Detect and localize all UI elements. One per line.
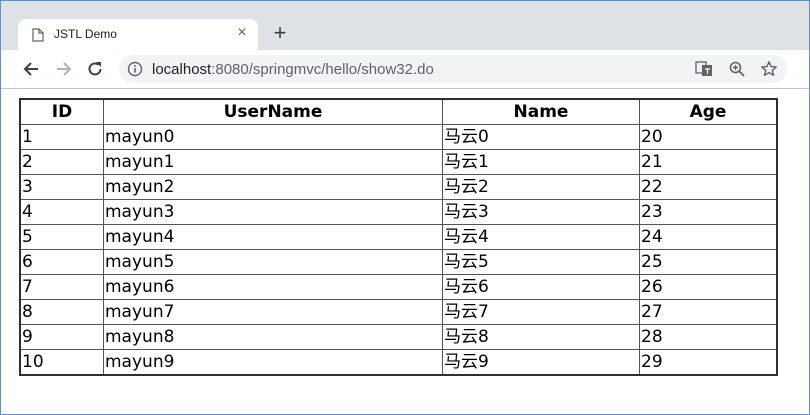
zoom-icon[interactable] (728, 60, 746, 78)
cell-username: mayun4 (103, 224, 443, 250)
cell-id: 6 (19, 249, 104, 275)
info-icon[interactable] (127, 61, 143, 77)
cell-name: 马云8 (442, 324, 640, 350)
cell-id: 10 (19, 349, 104, 376)
tab-title: JSTL Demo (54, 27, 117, 41)
cell-id: 1 (19, 124, 104, 150)
close-tab-icon[interactable]: × (232, 23, 252, 43)
url-text[interactable]: localhost:8080/springmvc/hello/show32.do (152, 61, 434, 78)
cell-name: 马云2 (442, 174, 640, 200)
cell-username: mayun6 (103, 274, 443, 300)
table-row: 9 mayun8 马云8 28 (19, 324, 778, 350)
table-row: 5 mayun4 马云4 24 (19, 224, 778, 250)
reload-icon[interactable] (85, 59, 105, 79)
table-row: 4 mayun3 马云3 23 (19, 199, 778, 225)
browser-window: JSTL Demo × + localhost:8080/springmvc/h… (0, 0, 810, 415)
cell-id: 4 (19, 199, 104, 225)
cell-age: 21 (639, 149, 778, 175)
cell-age: 27 (639, 299, 778, 325)
cell-id: 8 (19, 299, 104, 325)
cell-username: mayun1 (103, 149, 443, 175)
forward-arrow-icon[interactable] (53, 59, 73, 79)
table-header-row: ID UserName Name Age (19, 98, 778, 125)
cell-username: mayun3 (103, 199, 443, 225)
user-table: ID UserName Name Age 1 mayun0 马云0 20 2 mayun… (19, 98, 778, 376)
back-arrow-icon[interactable] (22, 59, 42, 79)
cell-username: mayun5 (103, 249, 443, 275)
tab-jstl-demo[interactable]: JSTL Demo × (18, 19, 258, 50)
cell-name: 马云1 (442, 149, 640, 175)
cell-username: mayun0 (103, 124, 443, 150)
header-username: UserName (103, 98, 443, 125)
address-bar[interactable]: localhost:8080/springmvc/hello/show32.do (119, 55, 787, 83)
header-name: Name (442, 98, 640, 125)
url-host: localhost (152, 61, 212, 78)
cell-id: 5 (19, 224, 104, 250)
cell-id: 3 (19, 174, 104, 200)
cell-username: mayun7 (103, 299, 443, 325)
page-icon (32, 28, 44, 42)
cell-name: 马云9 (442, 349, 640, 376)
cell-username: mayun8 (103, 324, 443, 350)
table-row: 6 mayun5 马云5 25 (19, 249, 778, 275)
page-content: ID UserName Name Age 1 mayun0 马云0 20 2 mayun… (1, 89, 809, 414)
table-row: 1 mayun0 马云0 20 (19, 124, 778, 150)
toolbar: localhost:8080/springmvc/hello/show32.do (1, 50, 809, 89)
header-id: ID (19, 98, 104, 125)
cell-id: 9 (19, 324, 104, 350)
bookmark-star-icon[interactable] (760, 60, 778, 78)
cell-name: 马云4 (442, 224, 640, 250)
cell-age: 24 (639, 224, 778, 250)
cell-age: 25 (639, 249, 778, 275)
cell-name: 马云7 (442, 299, 640, 325)
cell-age: 28 (639, 324, 778, 350)
cell-username: mayun9 (103, 349, 443, 376)
cell-age: 29 (639, 349, 778, 376)
table-row: 3 mayun2 马云2 22 (19, 174, 778, 200)
cell-id: 7 (19, 274, 104, 300)
header-age: Age (639, 98, 778, 125)
cell-name: 马云5 (442, 249, 640, 275)
url-path: :8080/springmvc/hello/show32.do (211, 61, 434, 78)
cell-age: 26 (639, 274, 778, 300)
table-row: 8 mayun7 马云7 27 (19, 299, 778, 325)
cell-name: 马云3 (442, 199, 640, 225)
cell-age: 22 (639, 174, 778, 200)
cell-id: 2 (19, 149, 104, 175)
cell-age: 23 (639, 199, 778, 225)
translate-icon[interactable] (695, 60, 713, 78)
cell-name: 马云6 (442, 274, 640, 300)
table-row: 10 mayun9 马云9 29 (19, 349, 778, 376)
cell-age: 20 (639, 124, 778, 150)
cell-username: mayun2 (103, 174, 443, 200)
table-row: 2 mayun1 马云1 21 (19, 149, 778, 175)
table-row: 7 mayun6 马云6 26 (19, 274, 778, 300)
cell-name: 马云0 (442, 124, 640, 150)
new-tab-button[interactable]: + (269, 22, 291, 44)
tab-strip: JSTL Demo × + (1, 1, 809, 50)
